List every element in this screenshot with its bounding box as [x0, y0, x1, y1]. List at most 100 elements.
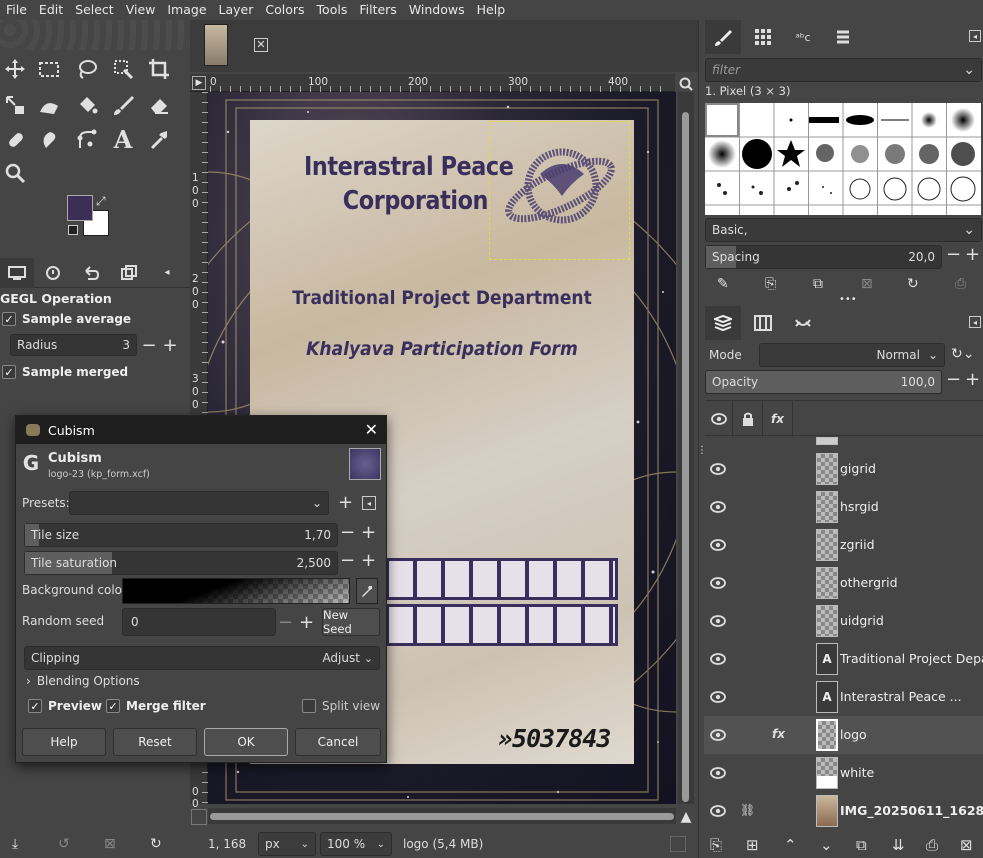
new-seed-button[interactable]: New Seed — [322, 608, 380, 636]
status-right-icon[interactable] — [670, 836, 686, 852]
vertical-scrollbar[interactable] — [678, 92, 694, 804]
paintbrush-icon[interactable] — [108, 90, 138, 120]
brushes-tab-icon[interactable] — [705, 20, 741, 54]
images-tab-icon[interactable] — [110, 258, 148, 288]
menu-filters[interactable]: Filters — [353, 0, 402, 20]
add-preset-icon[interactable]: + — [338, 492, 353, 513]
layer-row-interastral[interactable]: A Interastral Peace ... — [704, 678, 983, 716]
sample-average-checkbox[interactable]: ✓ — [2, 312, 16, 326]
menu-layer[interactable]: Layer — [213, 0, 260, 20]
chain-lock-icon[interactable]: ⛓ — [740, 803, 755, 817]
random-seed-decrease-icon[interactable]: − — [278, 612, 293, 633]
save-options-icon[interactable]: ⤓ — [12, 836, 18, 852]
eye-icon[interactable] — [710, 463, 726, 475]
brush-panel-menu-icon[interactable]: ◂ — [969, 30, 981, 42]
vertical-scroll-thumb[interactable] — [682, 112, 689, 802]
preset-menu-icon[interactable]: ◂ — [362, 496, 376, 510]
edit-brush-icon[interactable]: ✎ — [717, 276, 729, 292]
zoom-nav-icon[interactable] — [678, 76, 694, 92]
duplicate-layer-icon[interactable]: ⧉ — [856, 836, 867, 854]
opacity-increase-icon[interactable]: + — [965, 369, 980, 390]
presets-select[interactable]: ⌄ — [69, 491, 329, 515]
chevron-down-icon[interactable]: ⌄ — [963, 62, 975, 78]
delete-brush-icon[interactable]: ⊠ — [861, 276, 873, 292]
tile-saturation-decrease-icon[interactable]: − — [340, 550, 355, 571]
rect-select-icon[interactable] — [34, 54, 64, 84]
ruler-corner-icon[interactable]: ▶ — [192, 76, 206, 90]
menu-colors[interactable]: Colors — [259, 0, 310, 20]
layers-panel-menu-icon[interactable]: ◂ — [969, 316, 981, 328]
color-picker-icon[interactable] — [144, 124, 174, 154]
radius-decrease-icon[interactable]: − — [139, 334, 159, 356]
random-seed-increase-icon[interactable]: + — [299, 612, 314, 633]
lasso-icon[interactable] — [72, 54, 102, 84]
document-history-tab-icon[interactable] — [825, 20, 861, 54]
spacing-decrease-icon[interactable]: − — [946, 244, 961, 265]
random-seed-input[interactable]: 0 — [122, 608, 276, 636]
lower-layer-icon[interactable]: ⌄ — [820, 836, 833, 854]
sample-merged-row[interactable]: ✓ Sample merged — [2, 365, 128, 379]
opacity-decrease-icon[interactable]: − — [946, 369, 961, 390]
new-layer-icon[interactable]: ⎘ — [710, 836, 722, 854]
tool-options-tab-icon[interactable] — [0, 257, 34, 288]
fx-icon[interactable]: fx — [772, 727, 785, 741]
merge-filter-row[interactable]: ✓ Merge filter — [106, 699, 206, 713]
close-image-tab-icon[interactable]: ✕ — [254, 38, 268, 52]
open-brush-icon[interactable]: ⎙ — [955, 276, 966, 292]
layer-row-othergrid[interactable]: othergrid — [704, 564, 983, 602]
preview-row[interactable]: ✓ Preview — [28, 699, 102, 713]
color-picker-icon[interactable] — [356, 578, 378, 604]
radius-increase-icon[interactable]: + — [160, 334, 180, 356]
reset-button[interactable]: Reset — [113, 728, 197, 756]
delete-options-icon[interactable]: ⊠ — [104, 836, 116, 852]
split-view-checkbox[interactable] — [302, 699, 316, 713]
brush-grid[interactable] — [705, 103, 981, 215]
composite-mode-icon[interactable]: ↻⌄ — [951, 346, 974, 362]
text-tool-icon[interactable]: A — [108, 124, 138, 154]
spacing-increase-icon[interactable]: + — [965, 244, 980, 265]
lock-header-icon[interactable] — [733, 401, 763, 437]
tile-saturation-increase-icon[interactable]: + — [361, 550, 376, 571]
fx-header-icon[interactable]: fx — [763, 401, 793, 437]
menu-edit[interactable]: Edit — [33, 0, 69, 20]
opacity-spinner[interactable]: Opacity 100,0 — [705, 370, 942, 394]
eye-header-icon[interactable] — [705, 401, 733, 437]
eye-icon[interactable] — [710, 805, 726, 817]
eraser-icon[interactable] — [144, 90, 174, 120]
split-view-row[interactable]: Split view — [302, 699, 380, 713]
brush-filter-input[interactable]: filter ⌄ — [705, 58, 982, 82]
layer-row-uidgrid[interactable]: uidgrid — [704, 602, 983, 640]
layer-row-zgriid[interactable]: zgriid — [704, 526, 983, 564]
zoom-select[interactable]: 100 % ⌄ — [320, 832, 392, 856]
refresh-brushes-icon[interactable]: ↻ — [907, 276, 919, 292]
foreground-color-swatch[interactable] — [67, 195, 93, 221]
default-colors-icon[interactable] — [68, 225, 78, 235]
menu-tools[interactable]: Tools — [311, 0, 354, 20]
fonts-tab-icon[interactable]: ᵃᵇc — [785, 20, 821, 54]
help-button[interactable]: Help — [22, 728, 106, 756]
spacing-spinner[interactable]: Spacing 20,0 — [705, 245, 942, 269]
menu-windows[interactable]: Windows — [403, 0, 471, 20]
menu-view[interactable]: View — [120, 0, 162, 20]
delete-layer-icon[interactable]: ⊠ — [960, 836, 973, 854]
horizontal-scroll-thumb[interactable] — [210, 813, 674, 820]
navigate-icon[interactable]: ▲ — [678, 809, 694, 825]
eye-icon[interactable] — [710, 501, 726, 513]
dock-separator-icon[interactable]: ••• — [839, 294, 857, 305]
new-layer-group-icon[interactable]: ⊞ — [746, 836, 759, 854]
eye-icon[interactable] — [710, 767, 726, 779]
menu-file[interactable]: File — [0, 0, 33, 20]
transform-icon[interactable] — [0, 90, 30, 120]
blending-options-expander[interactable]: › Blending Options — [26, 674, 140, 688]
layer-row-img[interactable]: ⛓ IMG_20250611_162859.jp — [704, 792, 983, 830]
dialog-close-icon[interactable]: ✕ — [365, 420, 378, 439]
fuzzy-select-icon[interactable] — [108, 54, 138, 84]
horizontal-scrollbar[interactable] — [208, 808, 676, 824]
bucket-fill-icon[interactable] — [72, 90, 102, 120]
eye-icon[interactable] — [710, 653, 726, 665]
crop-icon[interactable] — [144, 54, 174, 84]
layer-row-hsrgid[interactable]: hsrgid — [704, 488, 983, 526]
background-color-button[interactable] — [122, 578, 350, 604]
layer-mode-select[interactable]: Normal ⌄ — [759, 343, 945, 367]
radius-spinner[interactable]: Radius 3 — [10, 334, 137, 356]
